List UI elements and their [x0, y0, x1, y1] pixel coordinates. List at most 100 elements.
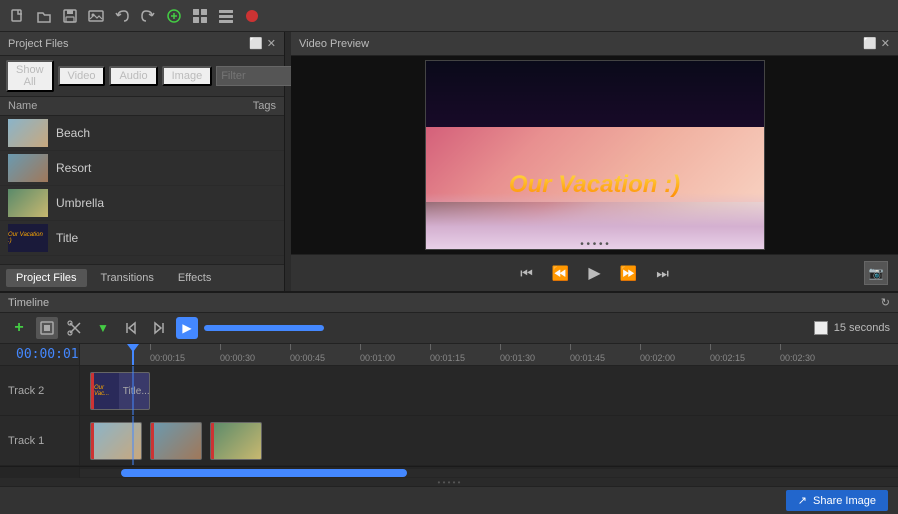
preview-resize-dots[interactable]: • • • • • [580, 239, 609, 250]
time-marker-4: 00:01:15 [430, 344, 465, 365]
time-marker-9: 00:02:30 [780, 344, 815, 365]
right-panel: Video Preview ⬜ ✕ Our Vacation :) • • [291, 32, 898, 291]
play-button[interactable]: ▶ [583, 261, 607, 285]
step-forward-button[interactable]: ⏩ [617, 261, 641, 285]
file-item-umbrella[interactable]: Umbrella [0, 186, 284, 221]
clip-red-bar [91, 373, 94, 409]
timeline-area: Timeline ↻ + ▼ ▶ 15 seconds 00:00:01:21 [0, 291, 898, 486]
toolbar-icon-add[interactable] [164, 6, 184, 26]
track-clip-beach[interactable] [90, 422, 142, 460]
playhead-line [132, 344, 134, 365]
file-item-resort[interactable]: Resort [0, 151, 284, 186]
seconds-box [814, 321, 828, 335]
tl-dropdown-button[interactable]: ▼ [92, 317, 114, 339]
timeline-ruler: 00:00:15 00:00:30 00:00:45 00:01:00 00:0… [80, 344, 898, 365]
panel-minimize-icon[interactable]: ⬜ [249, 37, 263, 50]
file-list: Beach Resort Umbrella Our Vacation :) Ti… [0, 116, 284, 264]
tl-to-end-button[interactable] [148, 317, 170, 339]
tl-play-preview-button[interactable]: ▶ [176, 317, 198, 339]
track-1-label: Track 1 [0, 416, 80, 465]
time-marker-1: 00:00:30 [220, 344, 255, 365]
track2-playhead [132, 366, 134, 415]
seconds-label: 15 seconds [834, 322, 890, 334]
skip-back-button[interactable]: ⏮ [515, 261, 539, 285]
tl-snap-button[interactable] [36, 317, 58, 339]
time-marker-6: 00:01:45 [570, 344, 605, 365]
share-label: Share Image [813, 495, 876, 507]
time-marker-2: 00:00:45 [290, 344, 325, 365]
toolbar-icon-grid[interactable] [190, 6, 210, 26]
clip3-red-bar [211, 423, 214, 459]
thumb-beach [8, 119, 48, 147]
track-clip-title[interactable]: Our Vac... Title... [90, 372, 150, 410]
project-files-title: Project Files [8, 38, 69, 50]
timeline-scroll-thumb [121, 469, 407, 477]
timeline-drag-dots[interactable]: • • • • • [0, 478, 898, 486]
clip1-red-bar [91, 423, 94, 459]
seconds-indicator: 15 seconds [814, 321, 890, 335]
project-files-header: Project Files ⬜ ✕ [0, 32, 284, 56]
track-2-label: Track 2 [0, 366, 80, 415]
file-name-umbrella: Umbrella [56, 196, 276, 210]
tab-image[interactable]: Image [162, 66, 213, 86]
camera-button[interactable]: 📷 [864, 261, 888, 285]
file-name-resort: Resort [56, 161, 276, 175]
share-icon: ↗ [798, 494, 807, 507]
bottom-bar: ↗ Share Image [0, 486, 898, 514]
track-2-content[interactable]: Our Vac... Title... [80, 366, 898, 415]
thumb-umbrella [8, 189, 48, 217]
share-image-button[interactable]: ↗ Share Image [786, 490, 888, 511]
skip-forward-button[interactable]: ⏭ [651, 261, 675, 285]
file-item-title[interactable]: Our Vacation :) Title [0, 221, 284, 256]
file-list-header: Name Tags [0, 97, 284, 116]
preview-title: Video Preview [299, 38, 369, 50]
file-item-beach[interactable]: Beach [0, 116, 284, 151]
timeline-scroll-row [0, 466, 898, 478]
timeline-header: Timeline ↻ [0, 293, 898, 313]
ruler-spacer: 00:00:01:21 [0, 344, 80, 365]
preview-controls: ⏮ ⏪ ▶ ⏩ ⏭ 📷 [291, 254, 898, 291]
toolbar-icon-undo[interactable] [112, 6, 132, 26]
bottom-tab-transitions[interactable]: Transitions [91, 269, 164, 287]
step-back-button[interactable]: ⏪ [549, 261, 573, 285]
bottom-tab-project-files[interactable]: Project Files [6, 269, 87, 287]
toolbar-icon-record[interactable] [242, 6, 262, 26]
tab-audio[interactable]: Audio [109, 66, 157, 86]
tl-cut-button[interactable] [64, 317, 86, 339]
tl-zoom-slider[interactable] [204, 325, 324, 331]
track-1-row: Track 1 [0, 416, 898, 466]
timeline-scroll-bar[interactable] [80, 469, 898, 477]
bottom-tab-effects[interactable]: Effects [168, 269, 221, 287]
tl-add-button[interactable]: + [8, 317, 30, 339]
time-marker-3: 00:01:00 [360, 344, 395, 365]
toolbar-icon-image[interactable] [86, 6, 106, 26]
timeline-scroll-spacer [0, 467, 80, 478]
tab-show-all[interactable]: Show All [6, 60, 54, 92]
track-1-content[interactable] [80, 416, 898, 465]
tl-to-start-button[interactable] [120, 317, 142, 339]
main-area: Project Files ⬜ ✕ Show All Video Audio I… [0, 32, 898, 291]
track-clip-resort[interactable] [150, 422, 202, 460]
time-marker-0: 00:00:15 [150, 344, 185, 365]
toolbar-icon-list[interactable] [216, 6, 236, 26]
thumb-resort [8, 154, 48, 182]
tab-video[interactable]: Video [58, 66, 106, 86]
preview-area: Our Vacation :) • • • • • [291, 56, 898, 254]
col-name-header: Name [8, 100, 216, 112]
timeline-refresh-icon[interactable]: ↻ [881, 296, 890, 309]
panel-maximize-icon[interactable]: ✕ [267, 37, 276, 50]
left-panel: Project Files ⬜ ✕ Show All Video Audio I… [0, 32, 285, 291]
toolbar-icon-redo[interactable] [138, 6, 158, 26]
track-clip-umbrella[interactable] [210, 422, 262, 460]
clip2-red-bar [151, 423, 154, 459]
preview-close-icon[interactable]: ✕ [881, 37, 890, 50]
track1-playhead [132, 416, 134, 465]
bottom-tabs: Project Files Transitions Effects [0, 264, 284, 291]
panel-header-icons: ⬜ ✕ [249, 37, 276, 50]
preview-minimize-icon[interactable]: ⬜ [863, 37, 877, 50]
toolbar-icon-new[interactable] [8, 6, 28, 26]
time-marker-8: 00:02:15 [710, 344, 745, 365]
toolbar-icon-save[interactable] [60, 6, 80, 26]
track-2-row: Track 2 Our Vac... Title... [0, 366, 898, 416]
toolbar-icon-open[interactable] [34, 6, 54, 26]
